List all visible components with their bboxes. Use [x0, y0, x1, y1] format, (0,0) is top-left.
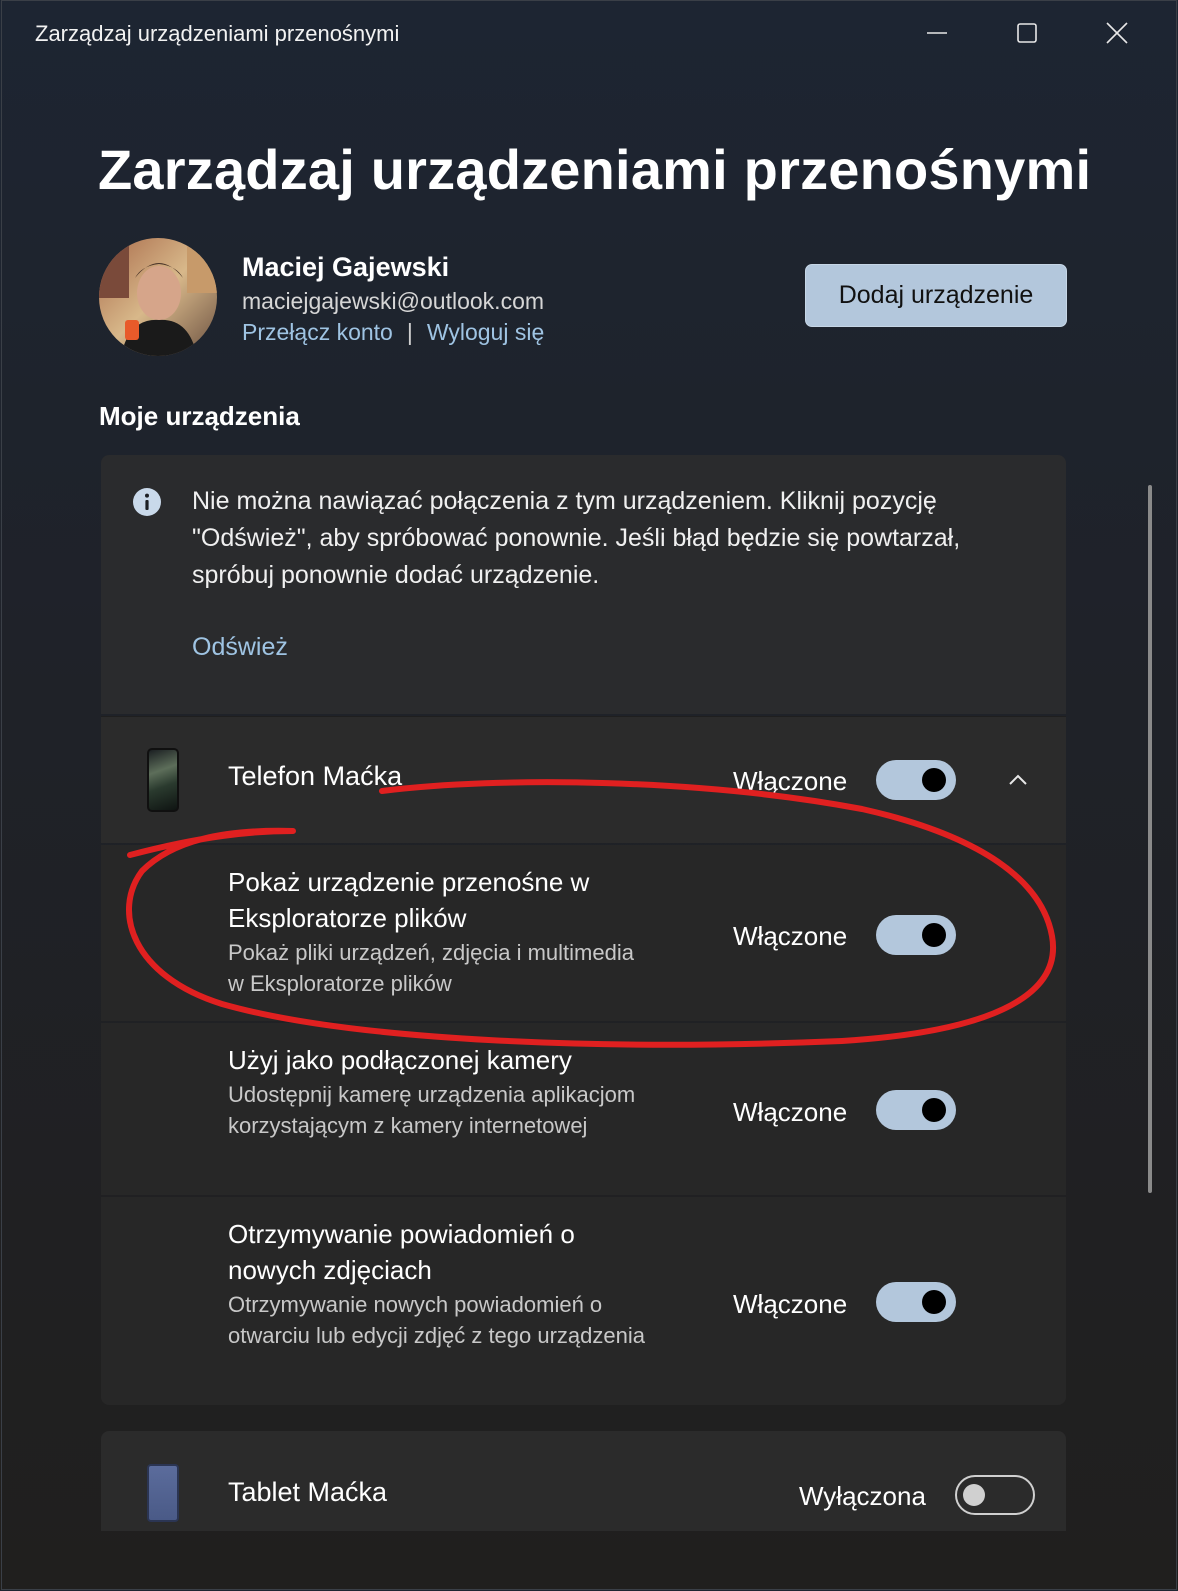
device-state-label: Wyłączona — [799, 1481, 926, 1511]
link-separator: | — [406, 319, 413, 345]
toggle-knob — [922, 1290, 946, 1314]
option-title: Użyj jako podłączonej kamery — [228, 1045, 572, 1075]
option-state-label: Włączone — [733, 1097, 848, 1127]
window-title: Zarządzaj urządzeniami przenośnymi — [35, 21, 400, 46]
account-links: Przełącz konto | Wyloguj się — [242, 319, 544, 346]
option-state-label: Włączone — [733, 921, 848, 951]
chevron-up-icon — [1009, 774, 1027, 785]
toggle-knob — [922, 768, 946, 792]
account-email: maciejgajewski@outlook.com — [242, 288, 545, 314]
toggle-knob — [922, 923, 946, 947]
avatar — [99, 238, 217, 356]
expand-collapse-button[interactable] — [1002, 765, 1034, 793]
close-button[interactable] — [1087, 11, 1147, 55]
option-title: Otrzymywanie powiadomień o nowych zdjęci… — [228, 1219, 575, 1285]
add-device-button[interactable]: Dodaj urządzenie — [805, 264, 1067, 327]
toggle-knob — [963, 1484, 985, 1506]
info-icon — [132, 487, 162, 522]
device-name: Tablet Maćka — [228, 1477, 388, 1507]
account-name: Maciej Gajewski — [242, 252, 450, 282]
title-bar: Zarządzaj urządzeniami przenośnymi — [2, 1, 1176, 67]
switch-account-link[interactable]: Przełącz konto — [242, 319, 393, 345]
device-name: Telefon Maćka — [228, 761, 403, 791]
option-title: Pokaż urządzenie przenośne w Eksplorator… — [228, 867, 590, 933]
maximize-icon — [1017, 23, 1037, 43]
page-title: Zarządzaj urządzeniami przenośnymi — [98, 138, 1092, 201]
my-devices-heading: Moje urządzenia — [99, 401, 300, 431]
tablet-toggle[interactable] — [955, 1475, 1035, 1515]
maximize-button[interactable] — [997, 11, 1057, 55]
device-toggle[interactable] — [876, 760, 956, 800]
refresh-link[interactable]: Odśwież — [192, 633, 288, 662]
option-state-label: Włączone — [733, 1289, 848, 1319]
toggle-knob — [922, 1098, 946, 1122]
sign-out-link[interactable]: Wyloguj się — [427, 319, 544, 345]
minimize-button[interactable] — [907, 11, 967, 55]
camera-toggle[interactable] — [876, 1090, 956, 1130]
vertical-scrollbar[interactable] — [1148, 485, 1152, 1193]
info-message: Nie można nawiązać połączenia z tym urzą… — [192, 487, 961, 589]
app-window: Zarządzaj urządzeniami przenośnymi Zarzą… — [1, 0, 1177, 1590]
option-description: Pokaż pliki urządzeń, zdjęcia i multimed… — [228, 940, 634, 996]
phone-icon — [147, 748, 179, 812]
device-state-label: Włączone — [733, 766, 848, 796]
file-explorer-toggle[interactable] — [876, 915, 956, 955]
option-description: Otrzymywanie nowych powiadomień o otwarc… — [228, 1292, 646, 1348]
tablet-icon — [147, 1464, 179, 1522]
option-description: Udostępnij kamerę urządzenia aplikacjom … — [228, 1082, 636, 1138]
close-icon — [1106, 22, 1128, 44]
photo-notifications-toggle[interactable] — [876, 1282, 956, 1322]
minimize-icon — [927, 32, 947, 34]
